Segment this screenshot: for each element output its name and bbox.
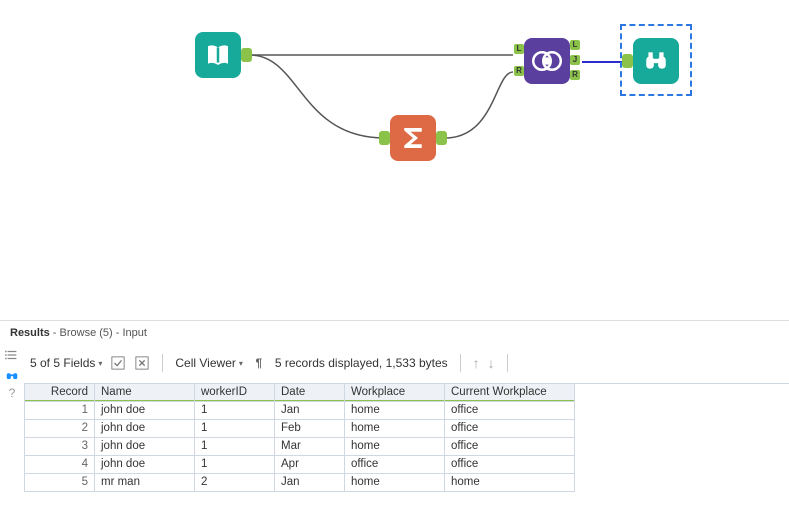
results-title: Results — [10, 327, 50, 339]
join-out-J[interactable]: J — [570, 55, 580, 65]
cell-viewer-dropdown[interactable]: Cell Viewer ▾ — [175, 356, 242, 370]
workflow-canvas[interactable]: L R L J R — [0, 0, 789, 320]
chevron-down-icon: ▾ — [98, 359, 102, 368]
node-browse[interactable] — [633, 38, 679, 84]
status-text: 5 records displayed, 1,533 bytes — [275, 356, 448, 370]
join-in-R[interactable]: R — [514, 66, 524, 76]
checkbox-select-icon[interactable] — [110, 355, 126, 371]
join-in-L[interactable]: L — [514, 44, 524, 54]
binoculars-tab-icon[interactable] — [4, 367, 20, 383]
table-row[interactable]: 4 john doe 1 Apr office office — [25, 456, 789, 474]
arrow-up-icon[interactable]: ↑ — [473, 355, 480, 371]
results-toolbar: 5 of 5 Fields ▾ Cell Viewer ▾ ¶ 5 record… — [24, 343, 789, 383]
separator — [507, 354, 508, 372]
col-header-workplace[interactable]: Workplace — [345, 384, 445, 402]
join-out-R[interactable]: R — [570, 70, 580, 80]
table-row[interactable]: 2 john doe 1 Feb home office — [25, 420, 789, 438]
col-header-name[interactable]: Name — [95, 384, 195, 402]
node-input-data[interactable] — [195, 32, 241, 78]
col-header-current-workplace[interactable]: Current Workplace — [445, 384, 575, 402]
col-header-record[interactable]: Record — [25, 384, 95, 402]
table-header-row: Record Name workerID Date Workplace Curr… — [25, 384, 789, 402]
cell-viewer-label: Cell Viewer — [175, 356, 235, 370]
input-anchor[interactable] — [622, 54, 633, 68]
node-join[interactable]: L R L J R — [524, 38, 570, 84]
deselect-icon[interactable] — [134, 355, 150, 371]
table-row[interactable]: 5 mr man 2 Jan home home — [25, 474, 789, 492]
sigma-icon — [398, 123, 428, 153]
node-summarize[interactable] — [390, 115, 436, 161]
col-header-workerid[interactable]: workerID — [195, 384, 275, 402]
fields-dropdown[interactable]: 5 of 5 Fields ▾ — [30, 356, 102, 370]
pilcrow-icon[interactable]: ¶ — [251, 355, 267, 371]
list-icon[interactable] — [4, 347, 20, 363]
join-icon — [532, 46, 562, 76]
binoculars-icon — [643, 48, 669, 74]
fields-label: 5 of 5 Fields — [30, 356, 95, 370]
results-panel-title: Results - Browse (5) - Input — [0, 320, 789, 343]
results-left-rail — [0, 343, 24, 383]
table-row[interactable]: 3 john doe 1 Mar home office — [25, 438, 789, 456]
results-table[interactable]: Record Name workerID Date Workplace Curr… — [24, 383, 789, 492]
col-header-date[interactable]: Date — [275, 384, 345, 402]
arrow-down-icon[interactable]: ↓ — [488, 355, 495, 371]
separator — [162, 354, 163, 372]
help-icon[interactable]: ? — [4, 385, 20, 401]
input-anchor[interactable] — [379, 131, 390, 145]
chevron-down-icon: ▾ — [239, 359, 243, 368]
results-subtitle: - Browse (5) - Input — [50, 327, 147, 339]
output-anchor[interactable] — [241, 48, 252, 62]
output-anchor[interactable] — [436, 131, 447, 145]
separator — [460, 354, 461, 372]
join-out-L[interactable]: L — [570, 40, 580, 50]
table-row[interactable]: 1 john doe 1 Jan home office — [25, 402, 789, 420]
open-book-icon — [203, 40, 233, 70]
